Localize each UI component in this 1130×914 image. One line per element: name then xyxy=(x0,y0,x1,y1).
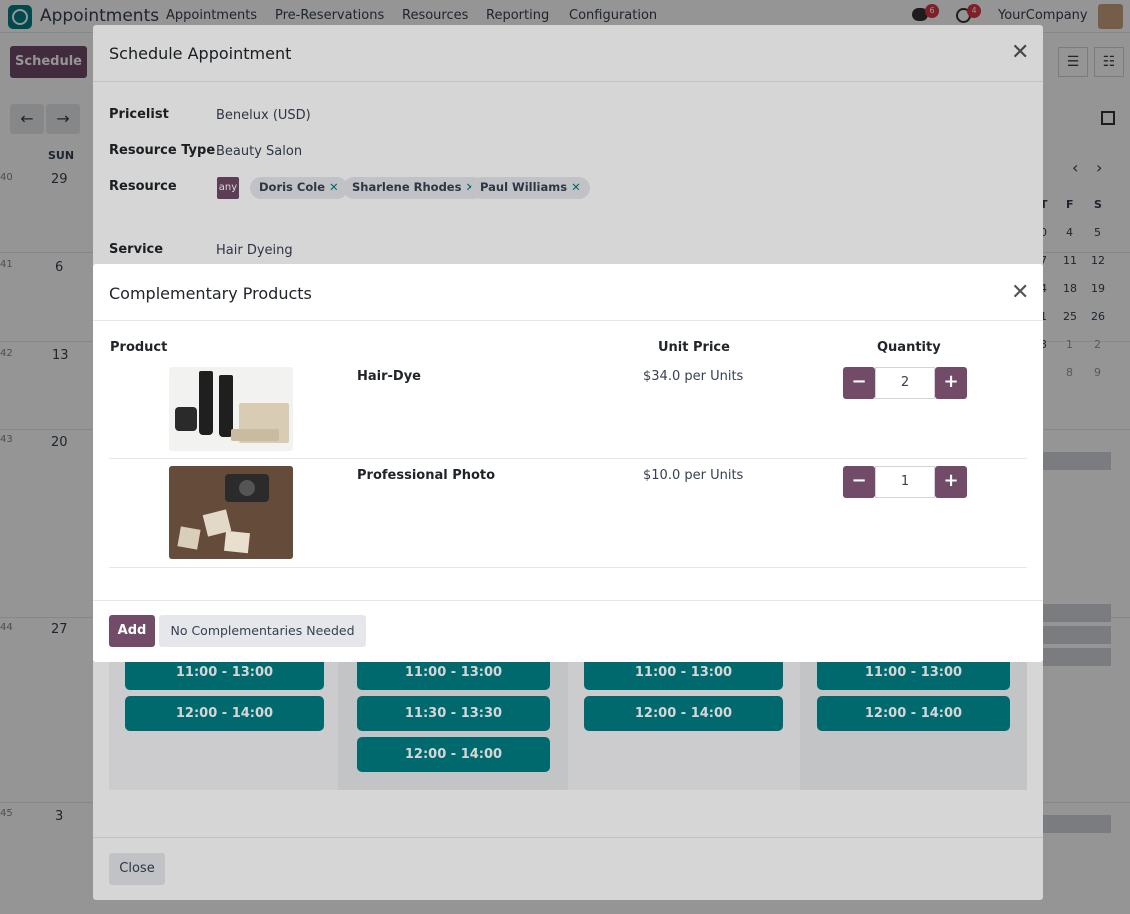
quantity-input[interactable]: 2 xyxy=(875,367,935,399)
product-image xyxy=(169,367,293,451)
product-price: $10.0 per Units xyxy=(643,468,744,483)
product-name: Professional Photo xyxy=(357,468,496,483)
quantity-input[interactable]: 1 xyxy=(875,466,935,498)
complementary-products-modal: Complementary Products ✕ Product Unit Pr… xyxy=(93,264,1043,662)
row-divider xyxy=(109,458,1027,459)
plus-icon[interactable]: + xyxy=(935,466,967,498)
product-image xyxy=(169,466,293,559)
minus-icon[interactable]: − xyxy=(843,466,875,498)
unit-price-header: Unit Price xyxy=(658,340,730,355)
quantity-header: Quantity xyxy=(877,340,941,355)
product-name: Hair-Dye xyxy=(357,369,421,384)
row-divider xyxy=(109,567,1027,568)
modal-header: Complementary Products ✕ xyxy=(93,264,1043,321)
plus-icon[interactable]: + xyxy=(935,367,967,399)
product-price: $34.0 per Units xyxy=(643,369,744,384)
add-button[interactable]: Add xyxy=(109,615,155,647)
no-complementaries-button[interactable]: No Complementaries Needed xyxy=(159,615,366,647)
product-header: Product xyxy=(110,340,168,355)
close-icon[interactable]: ✕ xyxy=(1011,282,1029,304)
minus-icon[interactable]: − xyxy=(843,367,875,399)
modal-title: Complementary Products xyxy=(109,284,312,303)
